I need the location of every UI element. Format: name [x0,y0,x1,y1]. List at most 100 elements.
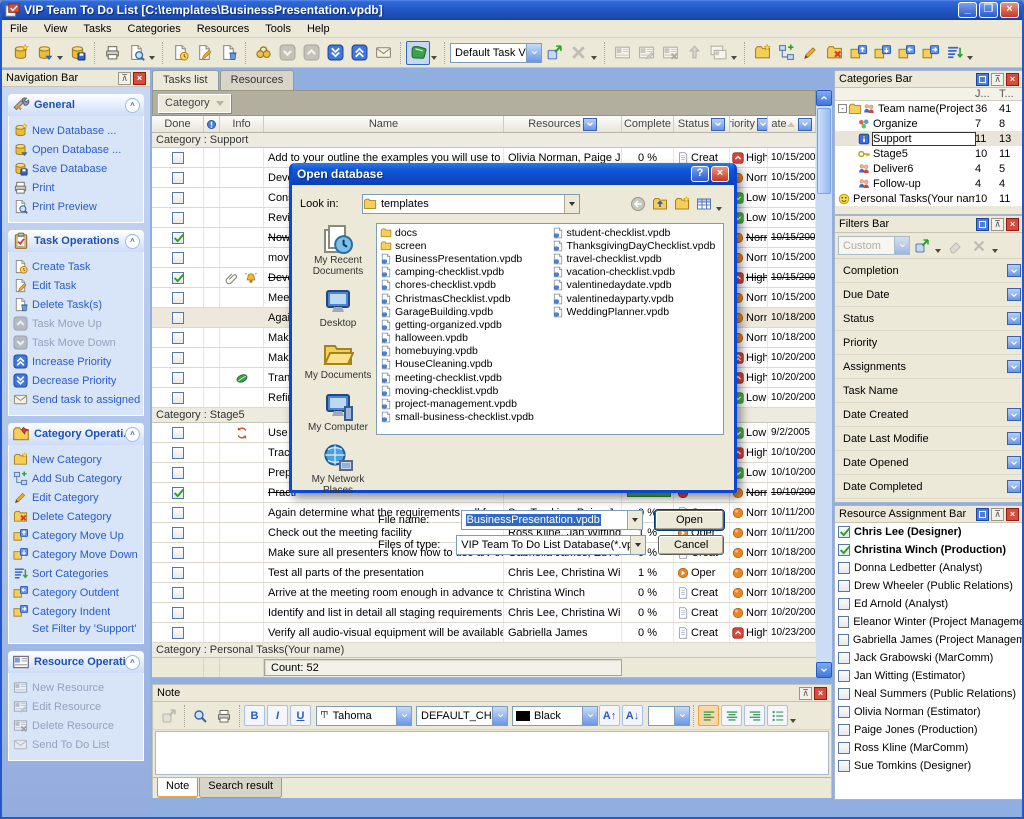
new-category-button[interactable] [750,41,774,65]
file-item[interactable]: screen [380,239,552,252]
file-item[interactable]: valentinedayparty.vpdb [552,292,724,305]
file-item[interactable]: ChristmasChecklist.vpdb [380,292,552,305]
collapse-icon[interactable]: ^ [125,234,140,249]
done-checkbox[interactable] [172,527,184,539]
combo-dropdown-icon[interactable] [630,536,645,554]
dropdown-caret-icon[interactable] [967,56,973,60]
done-checkbox[interactable] [172,292,184,304]
file-item[interactable]: homebuying.vpdb [380,345,552,358]
nav-item-delete-category[interactable]: Delete Category [13,507,141,526]
file-item[interactable]: halloween.vpdb [380,332,552,345]
menu-tasks[interactable]: Tasks [75,21,119,37]
edit-task-button[interactable] [192,41,216,65]
font-family-combo[interactable]: ͲTahoma [316,706,412,726]
vertical-scrollbar[interactable] [816,90,832,678]
pin-icon[interactable]: ⊼ [799,687,812,700]
scroll-down-button[interactable] [816,662,832,678]
done-checkbox[interactable] [172,372,184,384]
resource-checkbox[interactable] [838,616,849,628]
task-row[interactable]: Arrive at the meeting room enough in adv… [152,583,816,603]
look-in-combo[interactable]: templates [362,194,580,214]
nav-item-category-move-up[interactable]: Category Move Up [13,526,141,545]
scroll-thumb[interactable] [817,108,831,194]
nav-item-category-outdent[interactable]: Category Outdent [13,583,141,602]
nav-group-header[interactable]: Task Operations^ [8,230,144,252]
resource-row[interactable]: Chris Lee (Designer) [835,523,1023,541]
nav-item-edit-task[interactable]: Edit Task [13,276,141,295]
font-increase-button[interactable]: A↑ [599,705,620,726]
apply-view-button[interactable] [542,41,566,65]
font-decrease-button[interactable]: A↓ [622,705,643,726]
combo-dropdown-icon[interactable] [564,195,579,213]
combo-dropdown-icon[interactable] [582,707,597,725]
pin-icon[interactable]: ⊼ [991,508,1004,521]
open-button[interactable]: Open [655,510,724,530]
bullet-list-button[interactable] [767,705,788,726]
category-tree-row[interactable]: Personal Tasks(Your name)1011 [835,191,1023,206]
file-item[interactable]: getting-organized.vpdb [380,318,552,331]
done-checkbox[interactable] [172,232,184,244]
note-print-button[interactable] [212,704,236,728]
sort-categories-button[interactable] [942,41,966,65]
nav-item-new-category[interactable]: New Category [13,450,141,469]
column-header-complete[interactable]: Complete [622,116,674,132]
done-checkbox[interactable] [172,567,184,579]
up-one-level-icon[interactable] [649,193,671,215]
nav-item-print-preview[interactable]: Print Preview [13,197,141,216]
resource-checkbox[interactable] [838,562,850,574]
resource-checkbox[interactable] [838,760,850,772]
file-item[interactable]: camping-checklist.vpdb [380,266,552,279]
done-checkbox[interactable] [172,332,184,344]
resource-row[interactable]: Olivia Norman (Estimator) [835,703,1023,721]
back-icon[interactable] [627,193,649,215]
file-item[interactable]: travel-checklist.vpdb [552,252,724,265]
done-checkbox[interactable] [172,467,184,479]
save-database-button[interactable] [65,41,89,65]
files-of-type-combo[interactable]: VIP Team To Do List Database(*.vpdb) [456,535,646,555]
place-my-network-places[interactable]: My Network Places [300,442,376,496]
resource-checkbox[interactable] [838,706,850,718]
nav-item-open-database[interactable]: Open Database ... [13,140,141,159]
file-name-combo[interactable]: BusinessPresentation.vpdb [461,510,643,530]
filter-dropdown-icon[interactable] [1007,288,1021,301]
open-database-button[interactable] [32,41,56,65]
filter-dropdown-icon[interactable] [1007,264,1021,277]
menu-tools[interactable]: Tools [257,21,299,37]
align-left-button[interactable] [698,705,719,726]
combo-dropdown-icon[interactable] [674,707,689,725]
category-indent-button[interactable] [918,41,942,65]
done-checkbox[interactable] [172,547,184,559]
cancel-button[interactable]: Cancel [658,535,724,555]
status-filter-icon[interactable] [711,118,725,131]
send-task-button[interactable] [251,41,275,65]
resource-checkbox[interactable] [838,634,849,646]
file-item[interactable]: student-checklist.vpdb [552,226,724,239]
category-tree-row[interactable]: Deliver645 [835,161,1023,176]
column-header-name[interactable]: Name [264,116,504,132]
resource-checkbox[interactable] [838,670,850,682]
filter-dropdown-icon[interactable] [1007,480,1021,493]
nav-item-decrease-priority[interactable]: Decrease Priority [13,371,141,390]
category-tree-row[interactable]: Organize78 [835,116,1023,131]
resource-checkbox[interactable] [838,598,850,610]
menu-view[interactable]: View [36,21,76,37]
dropdown-caret-icon[interactable] [935,249,941,253]
underline-button[interactable]: U [290,705,311,726]
filter-row-assignments[interactable]: Assignments [835,355,1023,379]
filter-dropdown-icon[interactable] [1007,456,1021,469]
done-checkbox[interactable] [172,172,184,184]
category-move-up-button[interactable] [846,41,870,65]
new-folder-icon[interactable] [671,193,693,215]
place-my-computer[interactable]: My Computer [308,390,368,433]
done-checkbox[interactable] [172,627,184,639]
italic-button[interactable]: I [267,705,288,726]
note-print-preview-button[interactable] [188,704,212,728]
menu-file[interactable]: File [2,21,36,37]
dropdown-caret-icon[interactable] [149,56,155,60]
done-checkbox[interactable] [172,212,184,224]
views-dropdown-icon[interactable] [716,207,722,211]
tab-tasks-list[interactable]: Tasks list [152,70,219,90]
new-database-button[interactable] [8,41,32,65]
done-checkbox[interactable] [172,392,184,404]
nav-group-header[interactable]: Resource Operati...^ [8,651,144,673]
